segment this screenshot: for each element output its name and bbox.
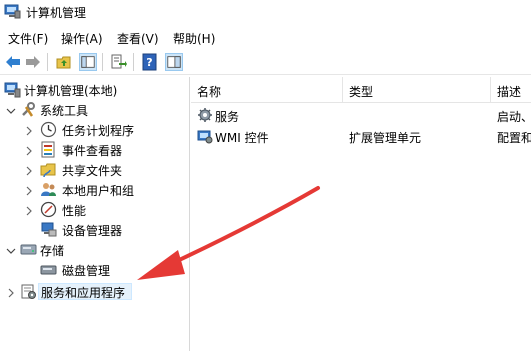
performance-icon [40,201,57,218]
tree-item-task-scheduler[interactable]: 任务计划程序 [0,120,190,140]
tree-item-label: 共享文件夹 [62,164,123,178]
column-header-type[interactable]: 类型 [343,77,491,103]
list-item-type: 扩展管理单元 [349,131,422,145]
tree-item-root[interactable]: 计算机管理(本地) [0,80,190,100]
up-folder-icon[interactable] [55,53,73,71]
chevron-right-icon[interactable] [24,206,34,216]
tree-item-label: 系统工具 [40,104,89,118]
chevron-right-icon[interactable] [6,288,16,298]
chevron-down-icon[interactable] [6,246,16,256]
show-hide-tree-icon[interactable] [79,53,97,71]
help-icon[interactable]: ? [141,53,159,71]
window-title: 计算机管理 [26,6,87,20]
tree-item-performance[interactable]: 性能 [0,200,190,220]
column-header-label: 类型 [349,85,374,99]
column-header-label: 描述 [497,85,522,99]
tree-item-label: 设备管理器 [62,224,123,238]
tree-item-services-apps[interactable]: 服务和应用程序 [0,283,190,303]
toolbar-separator [102,53,103,71]
list-item-description: 启动、 [497,110,531,124]
forward-arrow-icon[interactable] [24,53,42,71]
chevron-right-icon[interactable] [24,146,34,156]
tree-item-device-manager[interactable]: 设备管理器 [0,220,190,240]
tree-item-event-viewer[interactable]: 事件查看器 [0,140,190,160]
tree-item-system-tools[interactable]: 系统工具 [0,100,190,120]
column-header-name[interactable]: 名称 [191,77,343,103]
svg-text:?: ? [146,56,152,69]
tree-item-label: 计算机管理(本地) [24,84,118,98]
tree-item-label: 事件查看器 [62,144,123,158]
tree-item-storage[interactable]: 存储 [0,240,190,260]
list-item-description: 配置和 [497,131,531,145]
chevron-right-icon[interactable] [24,126,34,136]
users-icon [41,183,56,196]
title-bar: 计算机管理 [0,0,531,24]
menu-file[interactable]: 文件(F) [8,30,48,47]
tree-item-label: 性能 [62,204,87,218]
list-item-name: 服务 [215,110,240,124]
computer-management-icon [4,82,21,98]
tree-item-label: 磁盘管理 [62,264,111,278]
content-list: 名称 类型 描述 服务 启动、 WMI 控件 扩展管理单元 配置和 [191,77,531,351]
storage-icon [20,244,37,255]
tree-item-shared-folders[interactable]: 共享文件夹 [0,160,190,180]
device-manager-icon [41,222,57,237]
toolbar-separator [47,53,48,71]
chevron-right-icon[interactable] [24,166,34,176]
gear-icon [198,108,212,122]
event-log-icon [41,141,55,158]
services-apps-icon [21,284,36,299]
properties-pane-icon[interactable] [165,53,183,71]
wmi-control-icon [197,130,213,144]
back-arrow-icon[interactable] [4,53,22,71]
export-list-icon[interactable] [109,53,127,71]
tools-icon [22,102,35,117]
navigation-tree: 计算机管理(本地) 系统工具 任务计划程序 事件查看器 共享文件夹 本地用户和组… [0,77,190,351]
tree-item-label: 本地用户和组 [62,184,135,198]
tree-item-label: 存储 [40,244,65,258]
computer-management-icon [4,4,21,19]
tree-item-label: 服务和应用程序 [41,286,126,300]
clock-icon [40,121,57,138]
list-item-name: WMI 控件 [215,131,269,145]
toolbar-separator [133,53,134,71]
tree-item-disk-management[interactable]: 磁盘管理 [0,260,190,280]
menu-action[interactable]: 操作(A) [61,30,103,47]
column-header-description[interactable]: 描述 [491,77,531,103]
menu-help[interactable]: 帮助(H) [173,30,215,47]
menu-bar: 文件(F) 操作(A) 查看(V) 帮助(H) [0,27,531,47]
column-header-label: 名称 [197,85,222,99]
shared-folder-icon [40,163,56,178]
chevron-down-icon[interactable] [6,106,16,116]
disk-icon [40,265,57,275]
toolbar: ? [0,49,531,75]
tree-item-local-users[interactable]: 本地用户和组 [0,180,190,200]
tree-item-label: 任务计划程序 [62,124,135,138]
menu-view[interactable]: 查看(V) [117,30,159,47]
chevron-right-icon[interactable] [24,186,34,196]
